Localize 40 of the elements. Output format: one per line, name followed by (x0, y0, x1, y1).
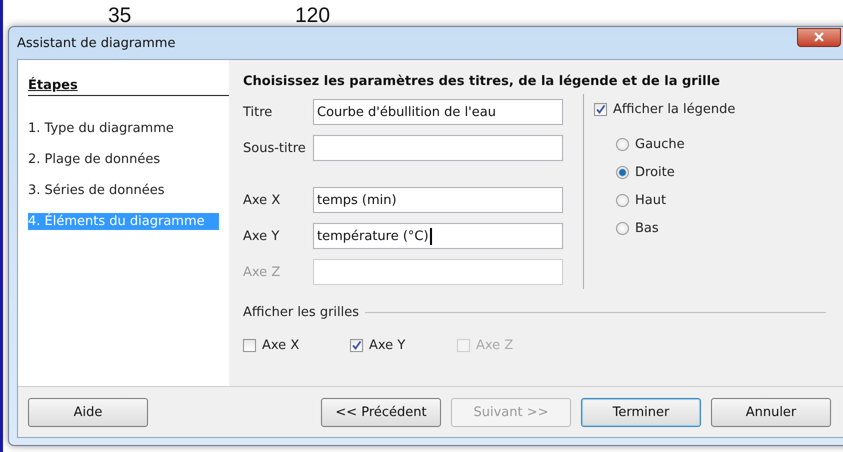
window-title: Assistant de diagramme (17, 36, 176, 50)
radio-label: Droite (635, 165, 675, 180)
input-field[interactable] (313, 259, 563, 285)
input-field[interactable]: temps (min) (313, 187, 563, 213)
dialog-button[interactable]: Annuler (711, 398, 831, 426)
step-item[interactable]: 2. Plage de données (28, 151, 219, 168)
checkbox-label: Axe Z (476, 338, 514, 353)
radio-button[interactable] (616, 138, 629, 151)
checkbox[interactable] (350, 339, 363, 352)
checkbox-label: Axe Y (369, 338, 406, 353)
dialog-button[interactable]: << Précédent (321, 398, 441, 426)
field-label: Axe X (243, 192, 282, 208)
input-field[interactable]: température (°C) (313, 223, 563, 249)
radio-label: Gauche (635, 137, 685, 152)
field-label: Axe Z (243, 264, 282, 280)
field-label: Axe Y (243, 228, 280, 244)
group-title: Afficher les grilles (243, 305, 360, 320)
field-label: Titre (243, 104, 274, 120)
field-label: Sous-titre (243, 140, 307, 156)
step-item[interactable]: 3. Séries de données (28, 182, 219, 199)
cell-value: 120 (295, 4, 330, 28)
radio-button[interactable] (616, 194, 629, 207)
radio-label: Bas (635, 221, 659, 236)
checkbox-label: Axe X (262, 338, 300, 353)
radio-label: Haut (635, 193, 666, 208)
dialog-button[interactable]: Aide (28, 398, 148, 426)
radio-button[interactable] (616, 222, 629, 235)
checkbox[interactable] (594, 103, 607, 116)
input-field[interactable]: Courbe d'ébullition de l'eau (313, 99, 563, 125)
input-field[interactable] (313, 135, 563, 161)
section-heading: Choisissez les paramètres des titres, de la légende et de la grille (243, 74, 721, 89)
dialog-button[interactable]: Terminer (581, 398, 701, 426)
checkbox-label: Afficher la légende (613, 102, 736, 117)
radio-button[interactable] (616, 166, 629, 179)
step-item[interactable]: 1. Type du diagramme (28, 120, 219, 137)
cell-value: 35 (108, 4, 132, 28)
close-button[interactable] (797, 28, 841, 46)
close-icon (813, 32, 825, 42)
steps-heading: Étapes (28, 78, 229, 96)
checkbox[interactable] (243, 339, 256, 352)
